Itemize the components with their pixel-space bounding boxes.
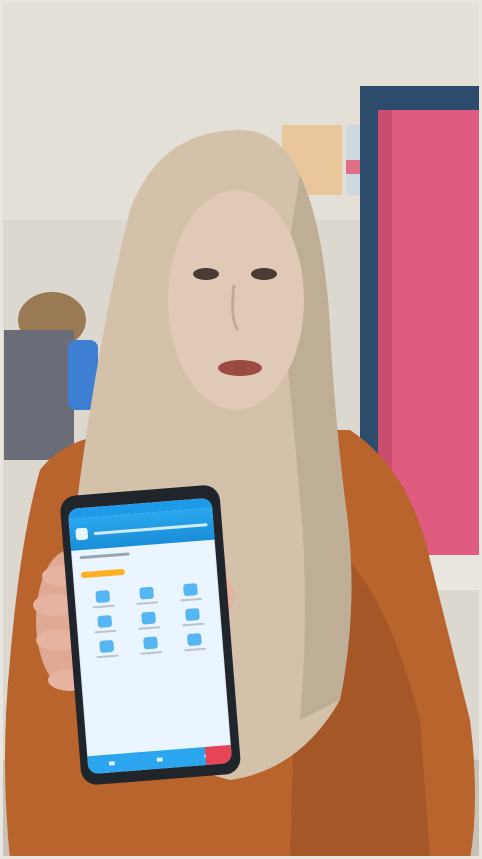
menu-icon [183, 583, 198, 597]
menu-icon [143, 636, 158, 650]
nav-home-icon[interactable] [108, 761, 116, 766]
menu-label [184, 647, 207, 652]
menu-tile[interactable] [172, 607, 213, 627]
menu-grid [74, 574, 224, 668]
menu-tile[interactable] [128, 611, 169, 631]
lips [218, 360, 262, 376]
left-eye [193, 268, 219, 280]
menu-icon [186, 632, 202, 647]
menu-label [94, 629, 117, 634]
menu-label [92, 604, 115, 609]
menu-tile[interactable] [174, 632, 215, 652]
menu-tile[interactable] [82, 589, 123, 609]
nav-center-icon[interactable] [156, 757, 163, 762]
app-logo-icon [75, 527, 89, 541]
menu-icon [139, 586, 155, 600]
app-title [93, 522, 208, 535]
menu-tile[interactable] [86, 639, 127, 659]
menu-label [96, 654, 119, 659]
menu-label [138, 626, 161, 630]
menu-icon [141, 611, 157, 625]
photo-scene [0, 0, 482, 859]
menu-icon [97, 614, 113, 629]
status-time [74, 509, 75, 519]
menu-label [182, 622, 205, 627]
menu-label [180, 597, 203, 602]
menu-tile[interactable] [84, 614, 125, 634]
status-badge [80, 568, 126, 579]
menu-icon [99, 639, 115, 653]
background-person-body [4, 330, 74, 460]
menu-tile[interactable] [130, 635, 171, 655]
status-icons [205, 498, 206, 508]
menu-label [136, 601, 159, 605]
menu-icon [95, 590, 111, 604]
menu-label [140, 651, 163, 655]
right-eye [251, 268, 277, 280]
nav-logout-button[interactable] [204, 744, 233, 765]
menu-tile[interactable] [170, 582, 211, 602]
phone-screen [67, 497, 233, 775]
face [168, 190, 304, 410]
menu-tile[interactable] [126, 586, 167, 606]
menu-icon [185, 608, 200, 622]
greeting-text [79, 552, 130, 560]
